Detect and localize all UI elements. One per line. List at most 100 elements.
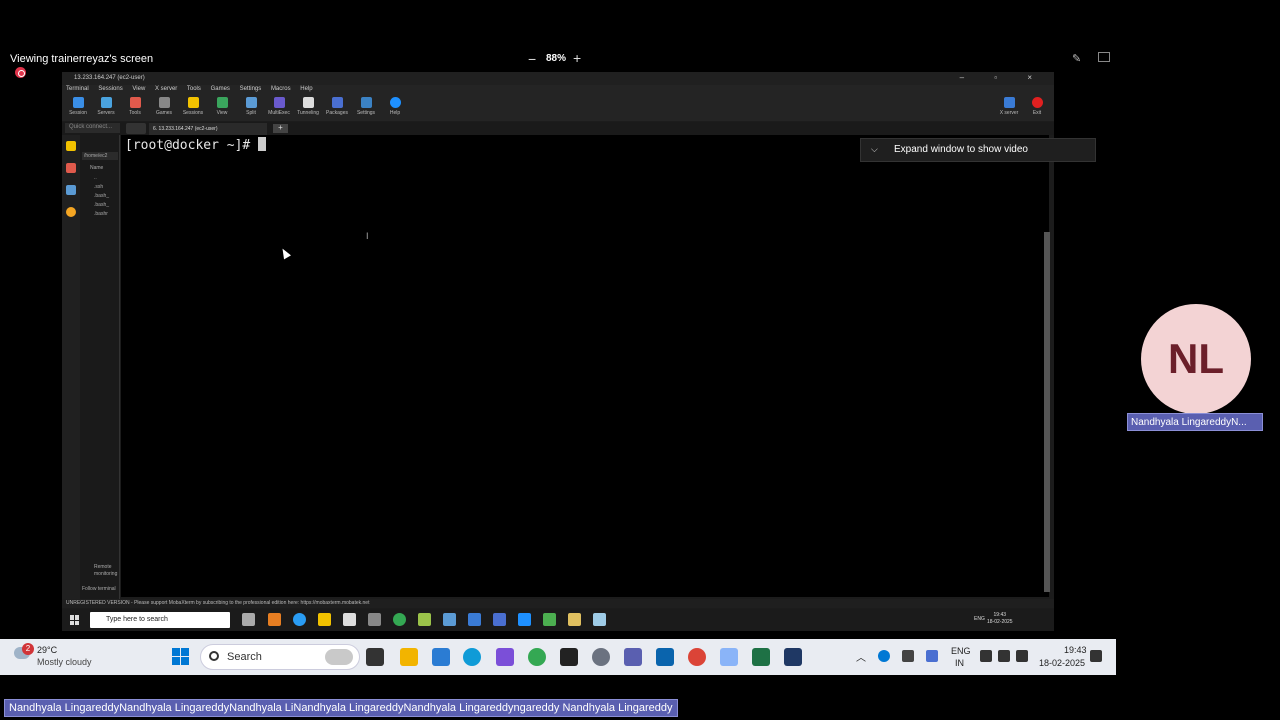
session-tab[interactable]: 6. 13.233.164.247 (ec2-user)	[149, 123, 267, 135]
weather-temp[interactable]: 29°C	[37, 645, 57, 655]
xserver-button[interactable]: X server	[995, 97, 1023, 116]
file-explorer-icon[interactable]	[318, 613, 331, 626]
app-icon[interactable]	[418, 613, 431, 626]
session-button[interactable]: Session	[64, 97, 92, 116]
sftp-item[interactable]: .bash_	[94, 193, 109, 199]
packages-button[interactable]: Packages	[323, 97, 351, 116]
menu-help[interactable]: Help	[300, 86, 312, 92]
app-icon[interactable]	[568, 613, 581, 626]
sftp-icon[interactable]	[66, 207, 76, 217]
search-input[interactable]: Search	[200, 644, 360, 670]
split-button[interactable]: Split	[237, 97, 265, 116]
menu-sessions[interactable]: Sessions	[98, 86, 122, 92]
menu-xserver[interactable]: X server	[155, 86, 177, 92]
annotate-icon[interactable]: ✎	[1072, 52, 1081, 65]
avatar[interactable]: NL	[1141, 304, 1251, 414]
menu-macros[interactable]: Macros	[271, 86, 291, 92]
view-button[interactable]: View	[208, 97, 236, 116]
app-icon[interactable]	[784, 648, 802, 666]
remote-monitoring-toggle[interactable]: Remote monitoring	[94, 564, 120, 578]
terminal[interactable]: [root@docker ~]#	[121, 135, 1049, 597]
multiexec-button[interactable]: MultiExec	[265, 97, 293, 116]
clock-date[interactable]: 18-02-2025	[1039, 658, 1085, 668]
send-icon[interactable]	[926, 650, 938, 662]
help-button[interactable]: Help	[381, 97, 409, 116]
app-icon[interactable]	[443, 613, 456, 626]
outlook-icon[interactable]	[656, 648, 674, 666]
tools-icon[interactable]	[66, 163, 76, 173]
notepad-icon[interactable]	[432, 648, 450, 666]
app-icon[interactable]	[493, 613, 506, 626]
store-icon[interactable]	[343, 613, 356, 626]
window-controls[interactable]: – ▫ ×	[960, 73, 1046, 82]
chrome-icon[interactable]	[393, 613, 406, 626]
tab-bar: Quick connect... 6. 13.233.164.247 (ec2-…	[62, 122, 1054, 135]
sftp-item[interactable]: ..	[94, 175, 97, 181]
zoom-out-button[interactable]: −	[528, 51, 536, 67]
windows-icon[interactable]	[172, 648, 189, 665]
chevron-up-icon[interactable]: ︿	[856, 649, 866, 664]
app-icon[interactable]	[468, 613, 481, 626]
mobaxterm-icon[interactable]	[543, 613, 556, 626]
terminal-scrollbar[interactable]	[1044, 232, 1050, 592]
expand-window-banner[interactable]: ⌵ Expand window to show video	[860, 138, 1096, 162]
new-tab-button[interactable]: +	[273, 124, 288, 133]
excel-icon[interactable]	[752, 648, 770, 666]
task-view-icon[interactable]	[366, 648, 384, 666]
copilot-icon[interactable]	[268, 613, 281, 626]
file-explorer-icon[interactable]	[400, 648, 418, 666]
menu-settings[interactable]: Settings	[240, 86, 262, 92]
snipping-tool-icon[interactable]	[720, 648, 738, 666]
app-icon[interactable]	[368, 613, 381, 626]
weather-desc[interactable]: Mostly cloudy	[37, 657, 92, 667]
edge-icon[interactable]	[293, 613, 306, 626]
menu-view[interactable]: View	[132, 86, 145, 92]
sftp-path-input[interactable]: /home/ec2	[82, 152, 118, 160]
home-tab[interactable]	[126, 123, 146, 134]
packages-icon	[331, 97, 343, 108]
popout-icon[interactable]	[1098, 52, 1110, 62]
exit-button[interactable]: Exit	[1023, 97, 1051, 116]
teams-icon[interactable]	[624, 648, 642, 666]
tools-button[interactable]: Tools	[121, 97, 149, 116]
wifi-icon[interactable]	[980, 650, 992, 662]
menu-terminal[interactable]: Terminal	[66, 86, 89, 92]
quick-connect-input[interactable]: Quick connect...	[65, 123, 120, 133]
remote-search-input[interactable]: Type here to search	[90, 612, 230, 628]
chrome-icon[interactable]	[528, 648, 546, 666]
zoom-in-button[interactable]: +	[573, 50, 581, 66]
copilot-icon[interactable]	[496, 648, 514, 666]
volume-icon[interactable]	[998, 650, 1010, 662]
menu-games[interactable]: Games	[211, 86, 230, 92]
menu-tools[interactable]: Tools	[187, 86, 201, 92]
edge-icon[interactable]	[463, 648, 481, 666]
follow-terminal-toggle[interactable]: Follow terminal	[82, 586, 120, 592]
sftp-item[interactable]: .bash_	[94, 202, 109, 208]
zoom-level: 88%	[546, 53, 567, 64]
tunneling-button[interactable]: Tunneling	[294, 97, 322, 116]
windows-icon[interactable]	[70, 615, 80, 625]
clock-time[interactable]: 19:43	[1064, 645, 1087, 655]
vscode-icon[interactable]	[518, 613, 531, 626]
view-icon	[216, 97, 228, 108]
task-view-icon[interactable]	[242, 613, 255, 626]
onedrive-icon[interactable]	[878, 650, 890, 662]
chrome-icon[interactable]	[688, 648, 706, 666]
notification-icon[interactable]	[1090, 650, 1102, 662]
sftp-item[interactable]: .ssh	[94, 184, 103, 190]
sessions-button[interactable]: Sessions	[179, 97, 207, 116]
language-region[interactable]: IN	[955, 658, 964, 668]
servers-button[interactable]: Servers	[92, 97, 120, 116]
battery-icon[interactable]	[1016, 650, 1028, 662]
mic-muted-icon[interactable]	[902, 650, 914, 662]
sticky-notes-icon[interactable]	[560, 648, 578, 666]
settings-button[interactable]: Settings	[352, 97, 380, 116]
sftp-item[interactable]: .bashr	[94, 211, 108, 217]
help-icon	[389, 97, 401, 108]
language-indicator[interactable]: ENG	[951, 646, 971, 656]
app-icon[interactable]	[593, 613, 606, 626]
send-icon[interactable]	[66, 185, 76, 195]
star-icon[interactable]	[66, 141, 76, 151]
gear-icon[interactable]	[592, 648, 610, 666]
games-button[interactable]: Games	[150, 97, 178, 116]
